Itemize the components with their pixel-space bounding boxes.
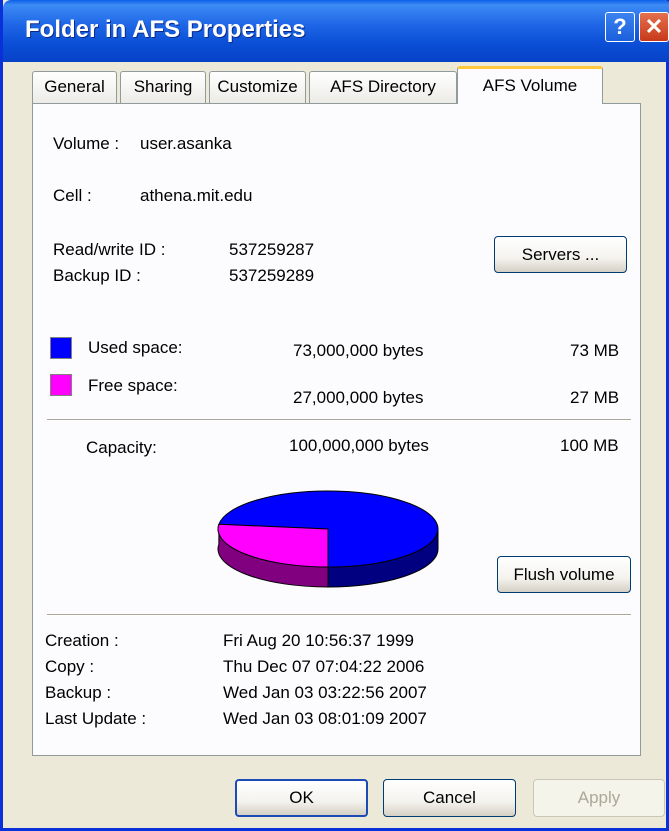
used-space-mb: 73 MB (570, 341, 620, 360)
volume-value: user.asanka (140, 134, 232, 153)
volume-label: Volume : (53, 134, 120, 153)
used-space-label: Used space: (88, 338, 183, 357)
divider-dates (47, 614, 631, 616)
servers-button[interactable]: Servers ... (494, 236, 627, 273)
tab-customize[interactable]: Customize (209, 71, 306, 103)
used-space-bytes: 73,000,000 bytes (293, 341, 424, 360)
backup-id-value: 537259289 (229, 266, 315, 285)
tab-general[interactable]: General (32, 71, 117, 103)
space-pie-chart (217, 490, 439, 588)
creation-value: Fri Aug 20 10:56:37 1999 (223, 631, 414, 650)
last-update-value: Wed Jan 03 08:01:09 2007 (223, 709, 427, 728)
last-update-label: Last Update : (45, 709, 147, 728)
properties-dialog: Folder in AFS Properties ? ✕ General Sha… (0, 0, 669, 831)
cell-label: Cell : (53, 186, 92, 205)
backup-label: Backup : (45, 683, 112, 702)
tab-sharing[interactable]: Sharing (120, 71, 206, 103)
capacity-label: Capacity: (86, 438, 157, 457)
copy-value: Thu Dec 07 07:04:22 2006 (223, 657, 425, 676)
cancel-button[interactable]: Cancel (383, 779, 516, 817)
title-bar[interactable]: Folder in AFS Properties ? ✕ (3, 0, 669, 62)
used-space-swatch (50, 337, 72, 359)
capacity-bytes: 100,000,000 bytes (289, 436, 429, 455)
window-title: Folder in AFS Properties (25, 16, 306, 43)
creation-label: Creation : (45, 631, 119, 650)
close-icon[interactable]: ✕ (639, 12, 669, 42)
free-space-label: Free space: (88, 376, 178, 395)
backup-id-label: Backup ID : (53, 266, 141, 285)
tab-afs-directory[interactable]: AFS Directory (309, 71, 457, 103)
backup-value: Wed Jan 03 03:22:56 2007 (223, 683, 427, 702)
free-space-mb: 27 MB (570, 388, 620, 407)
rw-id-value: 537259287 (229, 240, 315, 259)
divider-capacity (47, 419, 631, 421)
rw-id-label: Read/write ID : (53, 240, 166, 259)
capacity-mb: 100 MB (560, 436, 619, 455)
copy-label: Copy : (45, 657, 95, 676)
cell-value: athena.mit.edu (140, 186, 253, 205)
free-space-bytes: 27,000,000 bytes (293, 388, 424, 407)
apply-button[interactable]: Apply (533, 779, 665, 817)
ok-button[interactable]: OK (235, 779, 368, 817)
free-space-swatch (50, 374, 72, 396)
help-icon[interactable]: ? (605, 12, 635, 42)
flush-volume-button[interactable]: Flush volume (497, 556, 631, 593)
tab-afs-volume[interactable]: AFS Volume (457, 66, 603, 104)
